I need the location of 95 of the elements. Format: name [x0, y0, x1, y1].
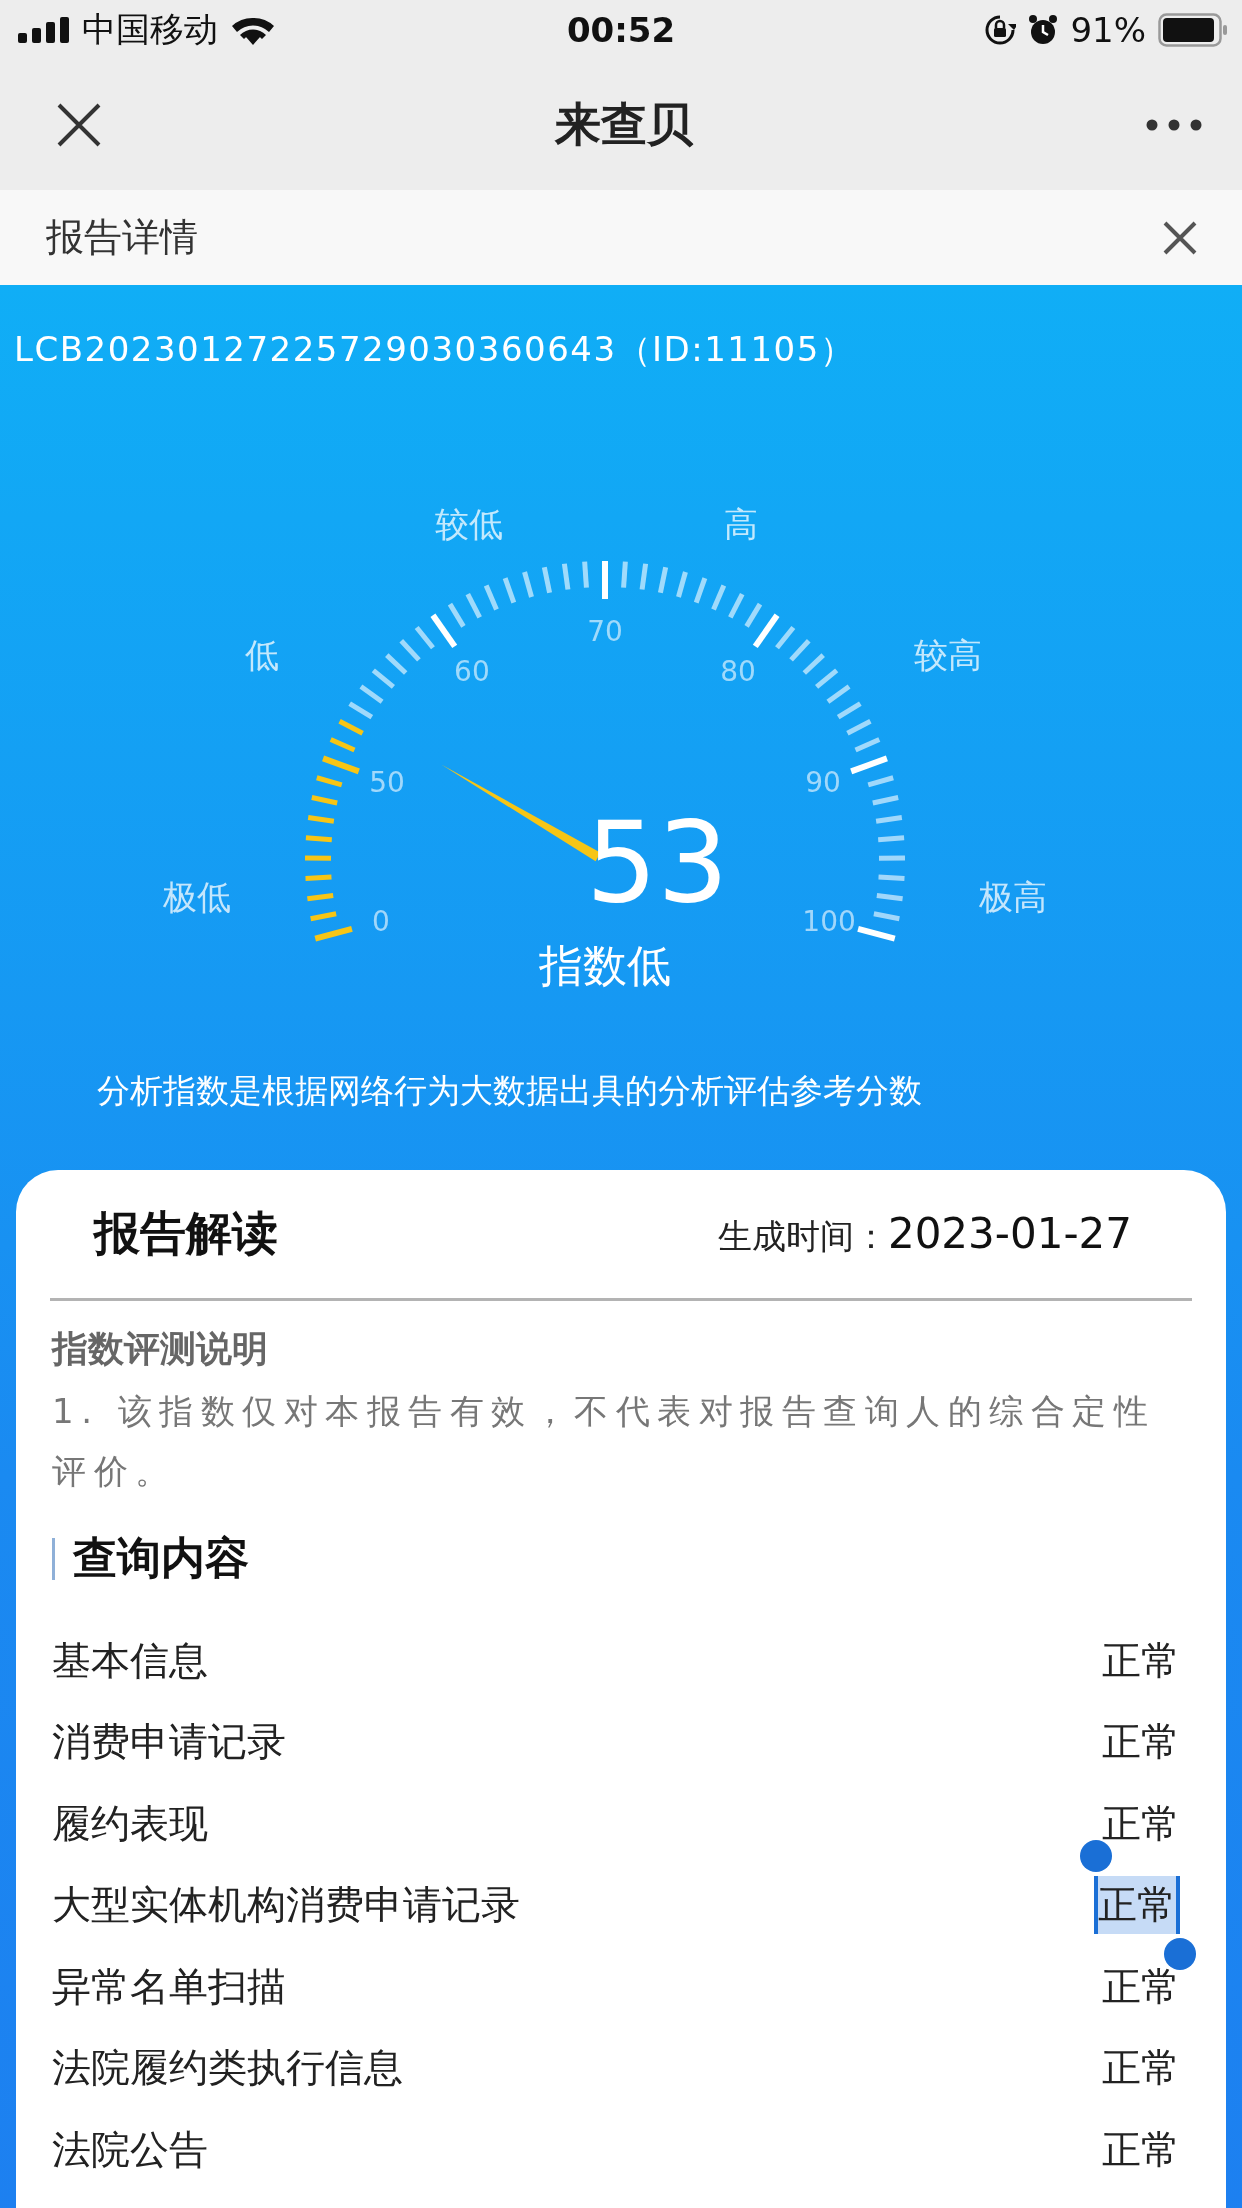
gauge-tick — [876, 892, 903, 902]
band-label: 较低 — [434, 503, 503, 544]
band-label: 极低 — [162, 876, 231, 917]
gauge-tick — [857, 925, 896, 942]
item-status: 正常 — [1102, 2125, 1180, 2174]
item-status: 正常 — [1102, 1718, 1180, 1767]
band-label: 极高 — [979, 876, 1048, 917]
signal-icon — [18, 17, 72, 43]
scale-label: 50 — [369, 765, 405, 799]
gauge-tick — [878, 835, 905, 843]
gauge-tick — [483, 584, 499, 611]
scale-label: 80 — [720, 654, 756, 688]
carrier-name: 中国移动 — [82, 8, 218, 51]
item-label: 消费申请记录 — [52, 1718, 286, 1767]
score: 53 — [586, 797, 729, 927]
gauge-tick — [602, 561, 608, 599]
band-label: 低 — [245, 635, 280, 675]
gauge-tick — [875, 815, 903, 824]
gauge-tick — [311, 795, 338, 806]
gauge-tick — [399, 639, 421, 662]
gauge-tick — [657, 566, 669, 594]
gauge-tick — [836, 701, 862, 720]
generated-date: 2023-01-27 — [887, 1208, 1132, 1258]
item-status: 正常 — [1102, 1799, 1180, 1848]
item-label: 大型实体机构消费申请记录 — [52, 1881, 520, 1930]
item-status: 正常 — [1102, 1962, 1180, 2011]
rotation-lock-icon — [984, 14, 1017, 46]
scale-label: 70 — [587, 615, 623, 648]
gauge-tick — [541, 566, 553, 594]
gauge-tick — [693, 577, 708, 604]
gauge-tick — [307, 892, 334, 902]
gauge-tick — [307, 815, 335, 824]
gauge-tick — [465, 593, 482, 619]
gauge-tick — [371, 668, 395, 689]
close-icon[interactable] — [56, 102, 102, 148]
alarm-icon — [1028, 14, 1059, 46]
gauge-tick — [872, 795, 899, 806]
scale-label: 90 — [805, 765, 841, 799]
gauge-tick — [329, 737, 356, 753]
gauge-tick — [348, 701, 374, 720]
gauge-tick — [310, 911, 337, 922]
gauge-tick — [873, 911, 900, 922]
query-title: 查询内容 — [73, 1531, 249, 1585]
gauge-tick — [676, 571, 688, 598]
gauge-tick — [802, 653, 825, 675]
clock-time: 00:52 — [566, 10, 676, 50]
band-label: 较高 — [913, 635, 982, 675]
band-label: 高 — [724, 503, 759, 544]
gauge-tick — [314, 925, 353, 942]
item-status: 正常 — [1102, 2044, 1180, 2093]
gauge-tick — [639, 563, 649, 590]
gauge-tick — [826, 684, 851, 704]
gauge-tick — [561, 563, 571, 590]
generated-label: 生成时间： — [717, 1214, 888, 1258]
item-label: 基本信息 — [52, 1636, 208, 1685]
wifi-icon — [232, 15, 274, 45]
gauge-tick — [878, 874, 905, 881]
gauge-tick — [305, 874, 332, 881]
item-label: 法院履约类执行信息 — [52, 2044, 403, 2093]
selection-handle[interactable] — [1080, 1840, 1112, 1873]
nav-title: 来查贝 — [555, 96, 693, 153]
close-icon[interactable] — [1162, 219, 1198, 256]
item-label: 履约表现 — [52, 1799, 208, 1848]
gauge-tick — [815, 668, 839, 689]
gauge-tick — [522, 571, 534, 598]
gauge-tick — [854, 737, 881, 753]
score-verdict: 指数低 — [539, 940, 671, 991]
more-icon[interactable] — [1146, 119, 1202, 131]
item-label: 法院公告 — [52, 2125, 208, 2174]
gauge-tick — [385, 653, 408, 675]
gauge-tick — [305, 835, 332, 843]
scale-label: 60 — [454, 654, 490, 688]
gauge-tick — [359, 684, 384, 704]
item-status: 正常 — [1102, 1636, 1180, 1685]
gauge-tick — [711, 584, 727, 611]
gauge-tick — [582, 561, 589, 588]
section-title: 指数评测说明 — [52, 1327, 269, 1371]
gauge-tick — [878, 855, 905, 861]
section-text: 1. 该指数仅对本报告有效，不代表对报告查询人的综合定性评价。 — [52, 1390, 1157, 1493]
gauge-tick — [789, 639, 811, 662]
index-note: 分析指数是根据网络行为大数据出具的分析评估参考分数 — [97, 1071, 922, 1110]
gauge-tick — [728, 593, 745, 619]
gauge-tick — [621, 561, 628, 588]
gauge-tick — [305, 855, 332, 861]
gauge-tick — [502, 577, 517, 604]
gauge-tick — [846, 718, 872, 736]
item-label: 异常名单扫描 — [52, 1962, 286, 2011]
card-title: 报告解读 — [94, 1205, 278, 1262]
scale-label: 100 — [802, 905, 856, 939]
scale-label: 0 — [372, 905, 390, 939]
battery-icon — [1158, 13, 1228, 47]
gauge-tick — [338, 718, 364, 736]
banner-title: 报告详情 — [46, 214, 198, 261]
report-id: LCB20230127225729030360643（ID:11105） — [14, 329, 856, 369]
battery-percent: 91% — [1070, 10, 1146, 50]
